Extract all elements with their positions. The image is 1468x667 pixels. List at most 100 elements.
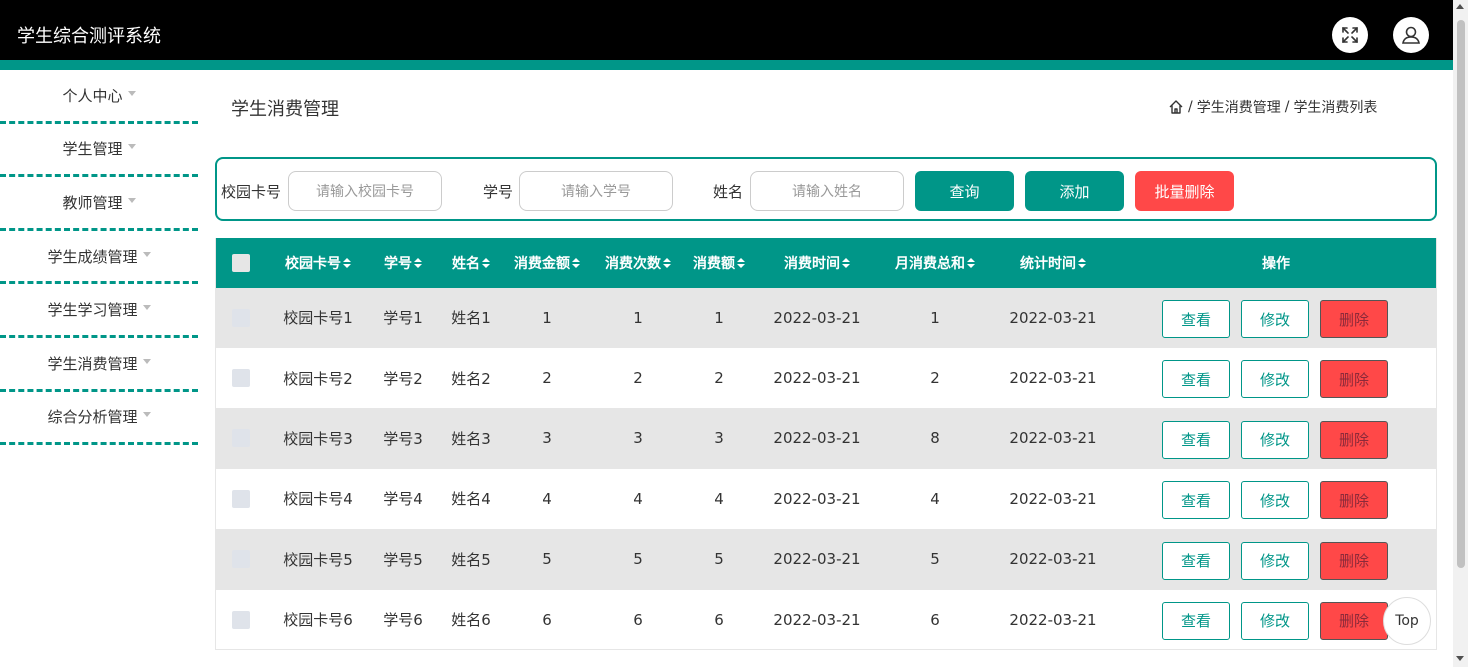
sidebar-item-label: 学生管理 bbox=[62, 140, 123, 159]
sidebar-item-personal-center[interactable]: 个人中心 bbox=[0, 70, 198, 124]
sidebar-item-analysis-management[interactable]: 综合分析管理 bbox=[0, 392, 198, 446]
checkbox[interactable] bbox=[232, 610, 250, 629]
checkbox[interactable] bbox=[232, 369, 250, 388]
card-number-input[interactable]: 请输入校园卡号 bbox=[288, 171, 442, 211]
delete-button[interactable]: 删除 bbox=[1320, 420, 1388, 459]
fullscreen-button[interactable] bbox=[1332, 17, 1368, 53]
sort-icon[interactable] bbox=[842, 258, 850, 268]
page-scrollbar[interactable] bbox=[1453, 0, 1468, 667]
breadcrumb-item-consumption-management[interactable]: 学生消费管理 bbox=[1197, 97, 1281, 117]
sort-icon[interactable] bbox=[967, 258, 975, 268]
column-header-label: 消费金额 bbox=[514, 256, 570, 272]
caret-down-icon bbox=[127, 144, 136, 150]
table-row: 校园卡号4 学号4 姓名4 4 4 4 2022-03-21 4 2022-03… bbox=[216, 469, 1436, 530]
edit-button[interactable]: 修改 bbox=[1241, 601, 1309, 640]
select-all-checkbox[interactable] bbox=[231, 238, 251, 288]
breadcrumb: / 学生消费管理 / 学生消费列表 bbox=[1168, 97, 1377, 117]
checkbox[interactable] bbox=[232, 550, 250, 569]
sort-icon[interactable] bbox=[482, 258, 490, 268]
table-row: 校园卡号2 学号2 姓名2 2 2 2 2022-03-21 2 2022-03… bbox=[216, 348, 1436, 409]
sidebar-item-teacher-management[interactable]: 教师管理 bbox=[0, 177, 198, 231]
delete-button[interactable]: 删除 bbox=[1320, 300, 1388, 338]
row-checkbox[interactable] bbox=[231, 590, 251, 649]
sidebar-item-consumption-management[interactable]: 学生消费管理 bbox=[0, 338, 198, 392]
name-input[interactable]: 请输入姓名 bbox=[750, 171, 904, 211]
cell-card-number: 校园卡号6 bbox=[283, 611, 353, 630]
add-button[interactable]: 添加 bbox=[1025, 171, 1124, 211]
view-button[interactable]: 查看 bbox=[1162, 300, 1230, 338]
edit-button[interactable]: 修改 bbox=[1241, 420, 1309, 459]
view-button[interactable]: 查看 bbox=[1162, 541, 1230, 580]
column-header-label: 统计时间 bbox=[1020, 256, 1076, 272]
sort-icon[interactable] bbox=[737, 258, 745, 268]
delete-button[interactable]: 删除 bbox=[1320, 601, 1388, 640]
cell-monthly-total: 8 bbox=[930, 429, 940, 448]
sidebar-item-student-management[interactable]: 学生管理 bbox=[0, 124, 198, 178]
sort-icon[interactable] bbox=[1078, 258, 1086, 268]
view-button[interactable]: 查看 bbox=[1162, 481, 1230, 520]
sidebar-item-grade-management[interactable]: 学生成绩管理 bbox=[0, 231, 198, 285]
column-header-stat-time[interactable]: 统计时间 bbox=[1002, 238, 1104, 288]
delete-button[interactable]: 删除 bbox=[1320, 360, 1388, 399]
user-button[interactable] bbox=[1393, 17, 1429, 53]
column-header-times[interactable]: 消费次数 bbox=[597, 238, 679, 288]
checkbox[interactable] bbox=[232, 254, 250, 272]
cell-times: 6 bbox=[633, 610, 643, 629]
sort-icon[interactable] bbox=[343, 258, 351, 268]
back-to-top-button[interactable]: Top bbox=[1383, 597, 1431, 645]
checkbox[interactable] bbox=[232, 489, 250, 508]
column-header-monthly-total[interactable]: 月消费总和 bbox=[880, 238, 990, 288]
view-button[interactable]: 查看 bbox=[1162, 601, 1230, 640]
edit-button[interactable]: 修改 bbox=[1241, 300, 1309, 338]
student-id-input[interactable]: 请输入学号 bbox=[519, 171, 673, 211]
expand-icon bbox=[1342, 27, 1358, 43]
column-header-time[interactable]: 消费时间 bbox=[766, 238, 868, 288]
row-checkbox[interactable] bbox=[231, 288, 251, 347]
scroll-up-arrow-icon[interactable] bbox=[1456, 4, 1464, 9]
column-header-label: 消费时间 bbox=[784, 256, 840, 272]
delete-button[interactable]: 删除 bbox=[1320, 481, 1388, 520]
caret-down-icon bbox=[142, 251, 151, 257]
cell-name: 姓名4 bbox=[451, 490, 491, 509]
row-checkbox[interactable] bbox=[231, 409, 251, 468]
sort-icon[interactable] bbox=[414, 258, 422, 268]
delete-button[interactable]: 删除 bbox=[1320, 541, 1388, 580]
edit-button[interactable]: 修改 bbox=[1241, 541, 1309, 580]
column-header-name[interactable]: 姓名 bbox=[438, 238, 504, 288]
column-header-actions: 操作 bbox=[1226, 238, 1326, 288]
batch-delete-button[interactable]: 批量删除 bbox=[1135, 171, 1234, 211]
cell-name: 姓名5 bbox=[451, 550, 491, 569]
query-button[interactable]: 查询 bbox=[915, 171, 1014, 211]
row-checkbox[interactable] bbox=[231, 469, 251, 528]
scrollbar-thumb[interactable] bbox=[1457, 20, 1465, 568]
row-checkbox[interactable] bbox=[231, 530, 251, 589]
row-checkbox[interactable] bbox=[231, 348, 251, 407]
column-header-student-id[interactable]: 学号 bbox=[373, 238, 433, 288]
cell-times: 4 bbox=[633, 489, 643, 508]
column-header-label: 消费额 bbox=[693, 256, 735, 272]
caret-down-icon bbox=[142, 412, 151, 418]
cell-student-id: 学号3 bbox=[383, 429, 423, 448]
checkbox[interactable] bbox=[232, 308, 250, 327]
cell-card-number: 校园卡号1 bbox=[283, 309, 353, 328]
cell-sum: 3 bbox=[714, 429, 724, 448]
cell-amount: 1 bbox=[542, 308, 552, 327]
home-icon[interactable] bbox=[1168, 99, 1184, 115]
checkbox[interactable] bbox=[232, 429, 250, 448]
edit-button[interactable]: 修改 bbox=[1241, 481, 1309, 520]
table-header-row: 校园卡号 学号 姓名 消费金额 消费次数 消费额 消费时间 月消费总和 统计时间… bbox=[216, 238, 1436, 288]
column-header-card-number[interactable]: 校园卡号 bbox=[268, 238, 368, 288]
edit-button[interactable]: 修改 bbox=[1241, 360, 1309, 399]
scroll-down-arrow-icon[interactable] bbox=[1456, 656, 1464, 661]
view-button[interactable]: 查看 bbox=[1162, 360, 1230, 399]
cell-amount: 2 bbox=[542, 369, 552, 388]
cell-times: 5 bbox=[633, 550, 643, 569]
cell-stat-time: 2022-03-21 bbox=[1009, 308, 1097, 327]
sort-icon[interactable] bbox=[663, 258, 671, 268]
column-header-amount[interactable]: 消费金额 bbox=[506, 238, 588, 288]
column-header-sum[interactable]: 消费额 bbox=[684, 238, 754, 288]
table-row: 校园卡号3 学号3 姓名3 3 3 3 2022-03-21 8 2022-03… bbox=[216, 408, 1436, 470]
sidebar-item-study-management[interactable]: 学生学习管理 bbox=[0, 284, 198, 338]
sort-icon[interactable] bbox=[572, 258, 580, 268]
view-button[interactable]: 查看 bbox=[1162, 420, 1230, 459]
